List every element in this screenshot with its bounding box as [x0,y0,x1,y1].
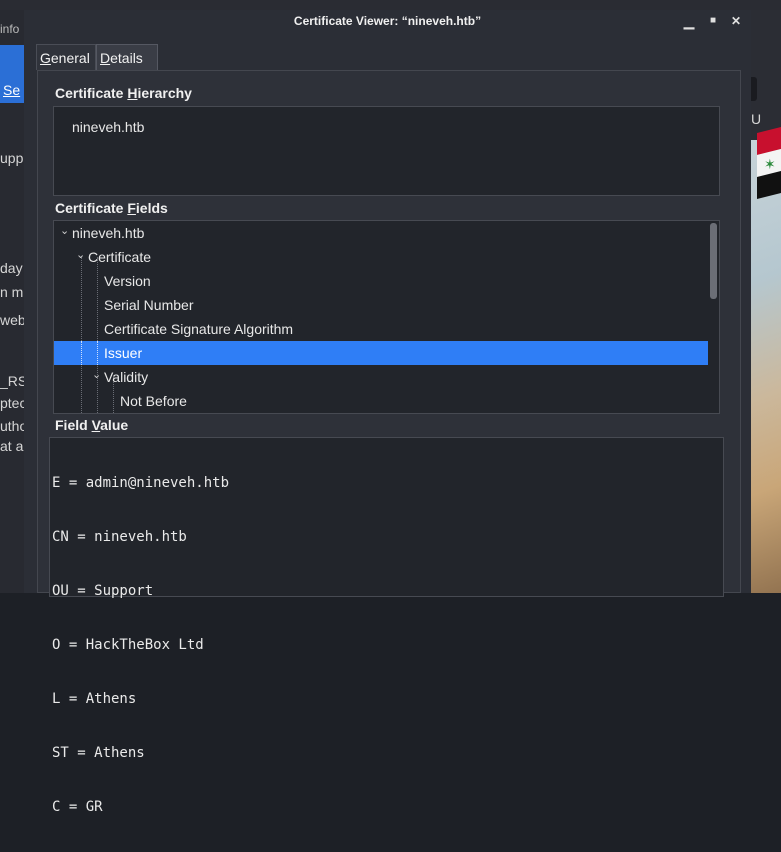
field-value-line: CN = nineveh.htb [52,529,187,545]
background-text-fragment: ptec [0,395,24,411]
tree-row-issuer[interactable]: Issuer [54,341,708,365]
tab-mnemonic: G [40,50,51,66]
tab-general[interactable]: General [36,44,96,70]
tree-row-label: Validity [104,369,149,385]
heading-mnemonic: H [127,85,138,101]
background-url-fragment: info [0,22,20,36]
field-value-textarea[interactable]: E = admin@nineveh.htb CN = nineveh.htb O… [49,437,724,815]
tree-row-certificate[interactable]: ⌄ Certificate [54,245,708,269]
background-text-fragment: _RS [0,373,24,389]
tab-label: eneral [50,50,90,66]
certificate-hierarchy-heading: Certificate Hierarchy [55,85,192,101]
tree-row-version[interactable]: Version [54,269,708,293]
certificate-fields-heading: Certificate Fields [55,200,168,216]
field-value-line: L = Athens [52,691,137,707]
field-value-line: C = GR [52,799,103,815]
tree-guide-line [97,341,98,365]
window-title: Certificate Viewer: “nineveh.htb” [293,14,482,28]
tree-row-label: nineveh.htb [72,225,145,241]
field-value-heading: Field Value [55,417,128,433]
background-text-fragment: U [751,111,762,127]
tree-row-label: Serial Number [104,297,194,313]
minimize-icon[interactable]: ▁ [680,12,698,30]
background-browser-toolbar [0,0,781,10]
background-search-box [751,77,757,101]
maximize-icon[interactable]: ■ [704,12,722,30]
chevron-down-icon[interactable]: ⌄ [92,363,101,387]
heading-text: Certificate [55,85,128,101]
chevron-down-icon[interactable]: ⌄ [60,221,69,243]
tree-row-label: Not Before [120,393,187,409]
tree-row-serial-number[interactable]: Serial Number [54,293,708,317]
field-value-line: ST = Athens [52,745,145,761]
background-text-fragment: day [0,260,23,276]
heading-mnemonic: F [127,200,136,216]
field-value-line: O = HackTheBox Ltd [52,637,204,653]
certificate-fields-tree[interactable]: ⌄ nineveh.htb ⌄ Certificate Version Seri… [53,220,720,414]
tab-mnemonic: D [100,50,111,66]
background-text-fragment: n m [0,284,24,300]
tree-row-nineveh[interactable]: ⌄ nineveh.htb [54,221,708,245]
tree-guide-line [81,341,82,365]
close-icon[interactable]: ✕ [727,12,745,30]
fields-scrollbar[interactable] [710,223,717,299]
hierarchy-item[interactable]: nineveh.htb [72,119,144,135]
background-page-image [751,140,781,593]
tab-bar: General Details [36,44,158,70]
background-page-left: info Se upp day n m web _RS ptec utho at… [0,10,24,593]
background-text-fragment: utho [0,418,24,434]
field-value-line: E = admin@nineveh.htb [52,475,230,491]
heading-text: ierarchy [137,85,192,101]
heading-mnemonic: V [91,417,101,433]
field-value-line: OU = Support [52,583,154,599]
flag-emblem-icon: ✶ [764,156,776,172]
background-page-right: U ✶ [751,10,781,593]
tree-row-signature-algorithm[interactable]: Certificate Signature Algorithm [54,317,708,341]
tree-row-label: Certificate Signature Algorithm [104,321,294,337]
background-text-fragment: at a [0,438,24,454]
heading-text: Field [55,417,92,433]
tree-row-label: Certificate [88,249,152,265]
tree-row-label: Issuer [104,345,143,361]
certificate-hierarchy-tree[interactable]: nineveh.htb [53,106,720,196]
heading-text: ields [135,200,168,216]
tab-label: etails [110,50,143,66]
chevron-down-icon[interactable]: ⌄ [76,243,85,267]
background-text-fragment: web [0,312,24,328]
heading-text: Certificate [55,200,128,216]
heading-text: alue [100,417,129,433]
field-value-text[interactable]: E = admin@nineveh.htb CN = nineveh.htb O… [52,438,229,852]
background-text-fragment: upp [0,150,24,166]
tree-row-label: Version [104,273,151,289]
certificate-viewer-dialog: Certificate Viewer: “nineveh.htb” ▁ ■ ✕ … [24,10,751,815]
tree-row-not-before[interactable]: Not Before [54,389,708,413]
tree-row-validity[interactable]: ⌄ Validity [54,365,708,389]
tab-details[interactable]: Details [96,44,158,70]
background-tab-label: Se [3,82,21,98]
title-bar[interactable]: Certificate Viewer: “nineveh.htb” ▁ ■ ✕ [24,10,751,32]
